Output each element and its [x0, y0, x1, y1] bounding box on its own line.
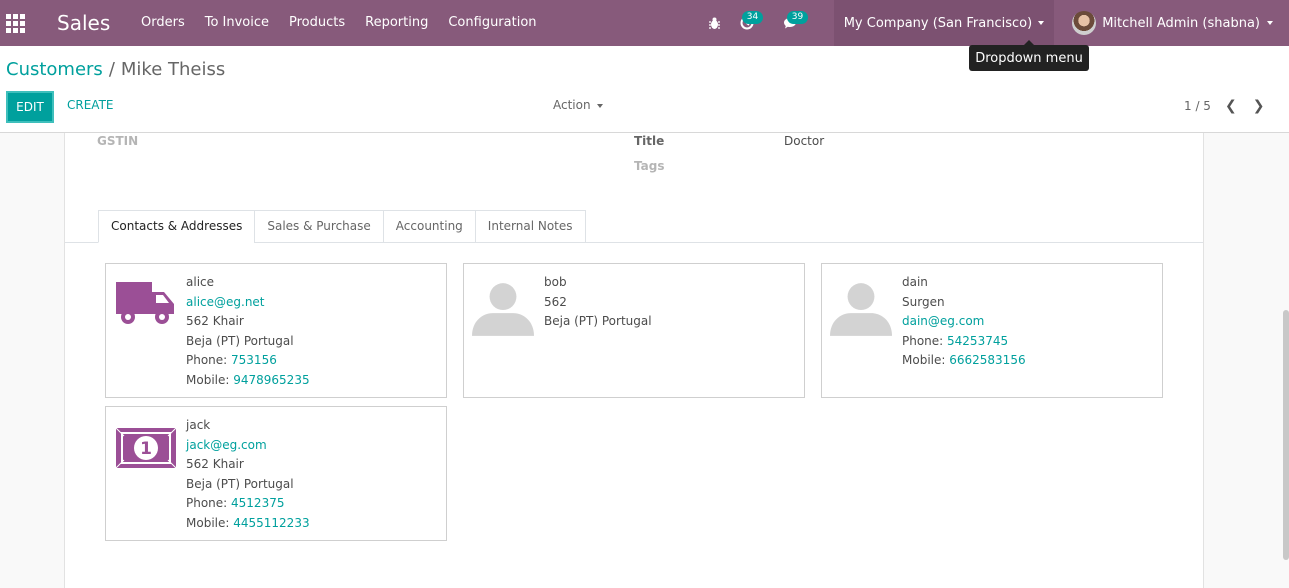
money-icon: 1 — [116, 427, 176, 469]
contact-mobile-row: Mobile: 9478965235 — [186, 371, 310, 391]
contact-details: bob 562 Beja (PT) Portugal — [544, 273, 652, 332]
contact-phone[interactable]: 54253745 — [947, 334, 1008, 348]
contact-card-jack[interactable]: 1 jack jack@eg.com 562 Khair Beja (PT) P… — [105, 406, 447, 541]
apps-menu-icon[interactable] — [0, 0, 30, 46]
chevron-down-icon — [1267, 21, 1273, 25]
menu-orders[interactable]: Orders — [141, 0, 195, 46]
contact-mobile[interactable]: 4455112233 — [233, 516, 309, 530]
chevron-down-icon — [596, 103, 603, 108]
contact-phone[interactable]: 4512375 — [231, 496, 284, 510]
create-button[interactable]: CREATE — [67, 98, 114, 112]
user-name: Mitchell Admin (shabna) — [1102, 15, 1260, 31]
contact-street: 562 — [544, 294, 567, 309]
title-label: Title — [634, 134, 665, 148]
main-menu: Orders To Invoice Products Reporting Con… — [141, 0, 547, 46]
contact-name: alice — [186, 275, 215, 289]
contact-details: dain Surgen dain@eg.com Phone: 54253745 … — [902, 273, 1026, 371]
menu-products[interactable]: Products — [279, 0, 355, 46]
contact-phone-row: Phone: 54253745 — [902, 332, 1026, 352]
notebook-tabs: Contacts & Addresses Sales & Purchase Ac… — [98, 210, 586, 243]
top-navbar: Sales Orders To Invoice Products Reporti… — [0, 0, 1289, 46]
contact-name: dain — [902, 275, 928, 289]
contact-street: 562 Khair — [186, 457, 244, 471]
contact-city: Beja (PT) Portugal — [544, 314, 652, 328]
chevron-down-icon — [1038, 21, 1045, 25]
mobile-label: Mobile: — [902, 353, 950, 367]
activity-count-badge: 34 — [741, 11, 764, 24]
debug-bug-icon[interactable] — [700, 0, 730, 46]
contact-details: alice alice@eg.net 562 Khair Beja (PT) P… — [186, 273, 310, 390]
svg-text:1: 1 — [140, 439, 152, 459]
page-scrollbar[interactable] — [1283, 310, 1289, 560]
contact-mobile[interactable]: 9478965235 — [233, 373, 309, 387]
breadcrumb-customers-link[interactable]: Customers — [6, 59, 103, 80]
breadcrumb: Customers / Mike Theiss — [6, 59, 225, 80]
contact-name: jack — [186, 418, 211, 432]
dropdown-tooltip: Dropdown menu — [969, 40, 1089, 71]
company-switcher[interactable]: My Company (San Francisco) — [833, 0, 1055, 46]
contact-details: jack jack@eg.com 562 Khair Beja (PT) Por… — [186, 416, 310, 533]
contact-street: 562 Khair — [186, 314, 244, 328]
pager-previous-icon[interactable]: ❮ — [1225, 98, 1237, 114]
tab-internal-notes[interactable]: Internal Notes — [474, 210, 586, 243]
contact-city: Beja (PT) Portugal — [186, 476, 294, 491]
person-placeholder-icon — [830, 283, 892, 336]
contact-phone-row: Phone: 4512375 — [186, 494, 310, 514]
activity-clock-icon[interactable]: 34 — [730, 0, 774, 46]
pager-next-icon[interactable]: ❯ — [1253, 98, 1265, 114]
contact-phone-row: Phone: 753156 — [186, 351, 310, 371]
company-name: My Company (San Francisco) — [843, 15, 1033, 31]
contact-mobile-row: Mobile: 4455112233 — [186, 514, 310, 534]
tags-label: Tags — [634, 159, 665, 173]
pager-value[interactable]: 1 / 5 — [1184, 99, 1211, 113]
pager: 1 / 5 ❮ ❯ — [1184, 98, 1264, 114]
contact-city: Beja (PT) Portugal — [186, 333, 294, 348]
avatar — [1072, 11, 1097, 35]
breadcrumb-separator: / — [108, 59, 115, 80]
contact-card-dain[interactable]: dain Surgen dain@eg.com Phone: 54253745 … — [821, 263, 1163, 398]
control-panel: Customers / Mike Theiss EDIT CREATE Action… — [0, 46, 1289, 133]
systray: 34 39 My Company (San Francisco) Mitchel… — [700, 0, 1289, 46]
edit-button[interactable]: EDIT — [6, 91, 54, 123]
contact-email[interactable]: alice@eg.net — [186, 293, 310, 313]
breadcrumb-current: Mike Theiss — [120, 59, 226, 80]
contact-phone[interactable]: 753156 — [231, 353, 277, 367]
messages-chat-icon[interactable]: 39 — [774, 0, 818, 46]
truck-icon — [116, 282, 174, 324]
user-menu[interactable]: Mitchell Admin (shabna) — [1054, 0, 1289, 46]
tab-sales-purchase[interactable]: Sales & Purchase — [254, 210, 383, 243]
menu-configuration[interactable]: Configuration — [438, 0, 546, 46]
contact-mobile-row: Mobile: 6662583156 — [902, 351, 1026, 371]
phone-label: Phone: — [186, 353, 232, 367]
gstin-label: GSTIN — [97, 134, 139, 148]
action-dropdown[interactable]: Action — [553, 98, 603, 112]
contact-job: Surgen — [902, 294, 945, 309]
title-value: Doctor — [784, 134, 825, 148]
contact-email[interactable]: dain@eg.com — [902, 312, 1026, 332]
contact-email[interactable]: jack@eg.com — [186, 436, 310, 456]
phone-label: Phone: — [186, 496, 232, 510]
menu-to-invoice[interactable]: To Invoice — [195, 0, 279, 46]
phone-label: Phone: — [902, 333, 948, 348]
contact-card-bob[interactable]: bob 562 Beja (PT) Portugal — [463, 263, 805, 398]
menu-reporting[interactable]: Reporting — [355, 0, 438, 46]
mobile-label: Mobile: — [186, 372, 234, 387]
contact-mobile[interactable]: 6662583156 — [949, 353, 1025, 367]
mobile-label: Mobile: — [186, 515, 234, 530]
tab-contacts-addresses[interactable]: Contacts & Addresses — [98, 210, 255, 243]
contact-card-alice[interactable]: alice alice@eg.net 562 Khair Beja (PT) P… — [105, 263, 447, 398]
messages-count-badge: 39 — [786, 11, 809, 24]
action-label: Action — [553, 98, 591, 112]
app-brand[interactable]: Sales — [57, 11, 141, 35]
contact-name: bob — [544, 275, 567, 289]
form-sheet: GSTIN Title Doctor Tags Contacts & Addre… — [64, 133, 1204, 588]
tab-accounting[interactable]: Accounting — [382, 210, 475, 243]
person-placeholder-icon — [472, 283, 534, 336]
